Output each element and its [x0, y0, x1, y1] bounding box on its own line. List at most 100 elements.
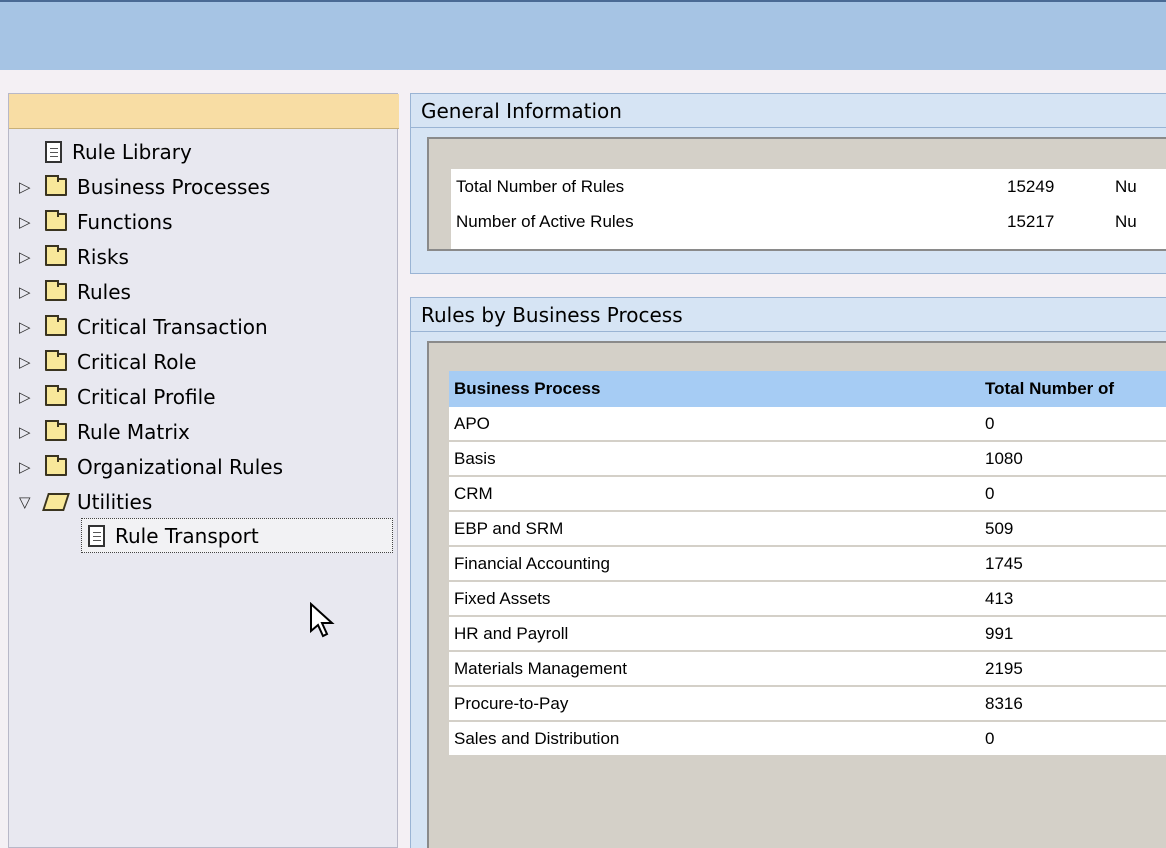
tree-item-rule-matrix[interactable]: ▷ Rule Matrix [19, 414, 190, 449]
tree-item-label: Rule Transport [115, 523, 259, 548]
folder-icon [45, 314, 67, 336]
tree-item-rule-transport[interactable]: Rule Transport [81, 518, 393, 553]
process-name: Financial Accounting [454, 553, 610, 573]
document-icon [88, 524, 105, 547]
expand-arrow-icon[interactable]: ▷ [19, 213, 45, 231]
tree-item-label: Rule Library [72, 139, 192, 164]
panel-title: General Information [421, 98, 622, 123]
tree-item-label: Business Processes [77, 174, 271, 199]
open-folder-icon [42, 492, 70, 511]
folder-icon [45, 454, 67, 476]
expand-arrow-icon[interactable]: ▷ [19, 178, 45, 196]
general-information-tab[interactable]: General Information [411, 94, 652, 127]
expand-arrow-icon[interactable]: ▷ [19, 318, 45, 336]
info-label: Number of Active Rules [456, 211, 634, 231]
process-total: 991 [985, 623, 1014, 643]
column-header-business-process[interactable]: Business Process [454, 379, 600, 399]
folder-icon [45, 279, 67, 301]
table-row[interactable]: Fixed Assets 413 [449, 582, 1166, 615]
expand-arrow-icon[interactable]: ▷ [19, 423, 45, 441]
mouse-pointer-icon [310, 602, 335, 638]
process-name: Fixed Assets [454, 588, 551, 608]
process-total: 0 [985, 413, 995, 433]
table-row[interactable]: Procure-to-Pay 8316 [449, 687, 1166, 720]
process-name: HR and Payroll [454, 623, 569, 643]
process-total: 509 [985, 518, 1014, 538]
folder-icon [45, 244, 67, 266]
tree-item-critical-transaction[interactable]: ▷ Critical Transaction [19, 309, 268, 344]
table-row[interactable]: Financial Accounting 1745 [449, 547, 1166, 580]
expand-arrow-icon[interactable]: ▷ [19, 283, 45, 301]
table-row[interactable]: Materials Management 2195 [449, 652, 1166, 685]
tree-item-label: Critical Profile [77, 384, 216, 409]
top-banner [0, 0, 1166, 70]
process-total: 1745 [985, 553, 1023, 573]
process-name: Sales and Distribution [454, 728, 620, 748]
process-total: 0 [985, 483, 995, 503]
process-name: CRM [454, 483, 493, 503]
tree-item-rule-library[interactable]: Rule Library [19, 134, 192, 169]
table-row[interactable]: EBP and SRM 509 [449, 512, 1166, 545]
table-row[interactable]: Sales and Distribution 0 [449, 722, 1166, 755]
expand-arrow-icon[interactable]: ▷ [19, 458, 45, 476]
business-process-content: Business Process Total Number of APO 0 Ba… [427, 341, 1166, 848]
process-total: 413 [985, 588, 1014, 608]
tree-item-label: Risks [77, 244, 129, 269]
process-name: EBP and SRM [454, 518, 564, 538]
tab-divider [411, 331, 1166, 332]
table-row[interactable]: HR and Payroll 991 [449, 617, 1166, 650]
folder-icon [45, 209, 67, 231]
panel-title: Rules by Business Process [421, 302, 683, 327]
tree-item-label: Critical Transaction [77, 314, 268, 339]
general-information-content: Total Number of Rules 15249 Nu Number of… [427, 137, 1166, 251]
tab-divider [411, 127, 1166, 128]
info-row: Number of Active Rules 15217 Nu [451, 204, 1166, 239]
document-icon [45, 140, 62, 163]
table-row[interactable]: CRM 0 [449, 477, 1166, 510]
general-information-panel: General Information Total Number of Rule… [410, 93, 1166, 274]
folder-icon [45, 419, 67, 441]
tree-item-label: Utilities [77, 489, 153, 514]
tree-item-critical-profile[interactable]: ▷ Critical Profile [19, 379, 216, 414]
process-total: 0 [985, 728, 995, 748]
rules-by-business-process-tab[interactable]: Rules by Business Process [411, 298, 713, 331]
expand-arrow-icon[interactable]: ▷ [19, 248, 45, 266]
tree-item-label: Critical Role [77, 349, 197, 374]
tree-item-organizational-rules[interactable]: ▷ Organizational Rules [19, 449, 283, 484]
tree-item-functions[interactable]: ▷ Functions [19, 204, 173, 239]
tree-item-label: Rule Matrix [77, 419, 190, 444]
tree-item-utilities[interactable]: ▽ Utilities [19, 484, 152, 519]
folder-icon [45, 349, 67, 371]
tree-item-label: Organizational Rules [77, 454, 283, 479]
info-row: Total Number of Rules 15249 Nu [451, 169, 1166, 204]
column-header-total[interactable]: Total Number of [985, 379, 1114, 399]
info-extra: Nu [1115, 176, 1137, 196]
rules-by-business-process-panel: Rules by Business Process Business Proce… [410, 297, 1166, 848]
process-name: Basis [454, 448, 496, 468]
info-value: 15217 [1007, 211, 1055, 231]
process-name: Materials Management [454, 658, 627, 678]
folder-icon [45, 174, 67, 196]
tree-item-rules[interactable]: ▷ Rules [19, 274, 131, 309]
folder-icon [45, 384, 67, 406]
tree-item-label: Rules [77, 279, 131, 304]
process-name: Procure-to-Pay [454, 693, 569, 713]
collapse-arrow-icon[interactable]: ▽ [19, 493, 45, 511]
tree-item-risks[interactable]: ▷ Risks [19, 239, 129, 274]
tree-header [9, 94, 399, 129]
table-row[interactable]: APO 0 [449, 407, 1166, 440]
table-row[interactable]: Basis 1080 [449, 442, 1166, 475]
tree-item-business-processes[interactable]: ▷ Business Processes [19, 169, 270, 204]
table-header: Business Process Total Number of [449, 371, 1166, 407]
process-total: 1080 [985, 448, 1023, 468]
info-extra: Nu [1115, 211, 1137, 231]
tree-item-critical-role[interactable]: ▷ Critical Role [19, 344, 196, 379]
process-total: 8316 [985, 693, 1023, 713]
info-value: 15249 [1007, 176, 1055, 196]
expand-arrow-icon[interactable]: ▷ [19, 353, 45, 371]
expand-arrow-icon[interactable]: ▷ [19, 388, 45, 406]
process-name: APO [454, 413, 490, 433]
info-label: Total Number of Rules [456, 176, 625, 196]
process-total: 2195 [985, 658, 1023, 678]
tree-item-label: Functions [77, 209, 173, 234]
